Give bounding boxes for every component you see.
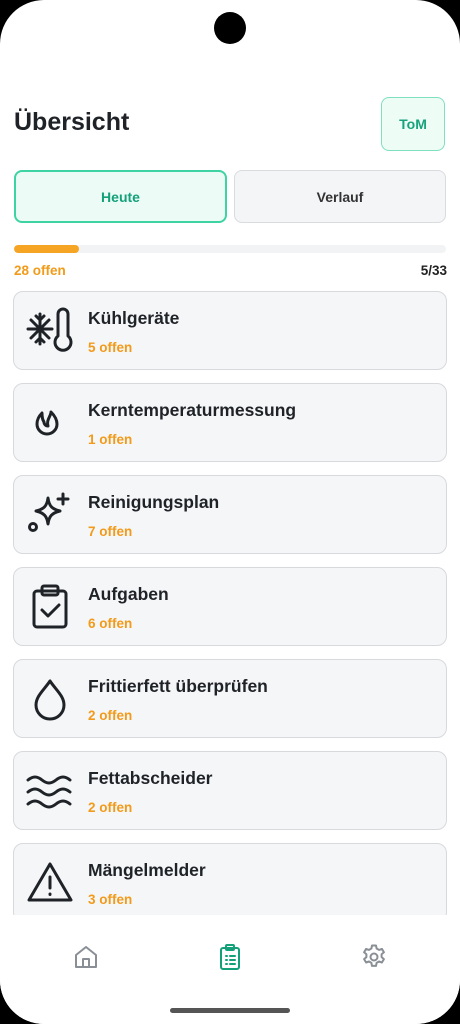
category-list[interactable]: Kühlgeräte 5 offen Kerntemperaturmessung… — [0, 291, 460, 915]
waves-icon — [25, 766, 75, 816]
alert-triangle-icon — [25, 858, 75, 908]
bottom-navigation — [0, 915, 460, 1024]
category-open-count: 5 offen — [88, 340, 133, 355]
home-icon — [75, 946, 97, 968]
clipboard-check-icon — [25, 582, 75, 632]
completed-ratio: 5/33 — [420, 263, 447, 278]
category-card-aufgaben[interactable]: Aufgaben 6 offen — [13, 567, 447, 646]
category-open-count: 7 offen — [88, 524, 133, 539]
nav-settings-button[interactable] — [354, 937, 394, 977]
category-card-reinigungsplan[interactable]: Reinigungsplan 7 offen — [13, 475, 447, 554]
tab-history-label: Verlauf — [316, 188, 364, 205]
tab-today-label: Heute — [101, 188, 140, 205]
category-open-count: 1 offen — [88, 432, 133, 447]
open-count: 28 offen — [14, 263, 66, 278]
nav-tasks-button[interactable] — [210, 937, 250, 977]
category-card-fettabscheider[interactable]: Fettabscheider 2 offen — [13, 751, 447, 830]
clipboard-list-icon — [220, 944, 240, 970]
settings-gear-icon — [363, 944, 385, 967]
user-initials: ToM — [399, 116, 427, 132]
category-card-maengelmelder[interactable]: Mängelmelder 3 offen — [13, 843, 447, 915]
tab-history[interactable]: Verlauf — [234, 170, 446, 223]
progress-bar-fill — [14, 245, 79, 253]
category-name: Aufgaben — [88, 584, 169, 604]
category-name: Mängelmelder — [88, 860, 206, 880]
category-card-kuehlgeraete[interactable]: Kühlgeräte 5 offen — [13, 291, 447, 370]
category-name: Kerntemperaturmessung — [88, 400, 297, 420]
category-open-count: 2 offen — [88, 708, 133, 723]
category-card-kerntemperaturmessung[interactable]: Kerntemperaturmessung 1 offen — [13, 383, 447, 462]
droplet-icon — [25, 674, 75, 724]
page-title: Übersicht — [14, 108, 130, 136]
category-card-frittierfett[interactable]: Frittierfett überprüfen 2 offen — [13, 659, 447, 738]
category-name: Frittierfett überprüfen — [88, 676, 268, 696]
phone-screen: Übersicht ToM Heute Verlauf 28 offen 5/3… — [0, 0, 460, 1024]
category-name: Fettabscheider — [88, 768, 213, 788]
category-open-count: 3 offen — [88, 892, 133, 907]
thermometer-snowflake-icon — [25, 306, 75, 356]
home-indicator[interactable] — [170, 1008, 290, 1013]
category-open-count: 2 offen — [88, 800, 133, 815]
category-open-count: 6 offen — [88, 616, 133, 631]
sparkles-icon — [25, 490, 75, 540]
category-name: Kühlgeräte — [88, 308, 180, 328]
flame-icon — [25, 398, 75, 448]
nav-home-button[interactable] — [66, 937, 106, 977]
category-name: Reinigungsplan — [88, 492, 220, 512]
tab-today[interactable]: Heute — [14, 170, 227, 223]
user-avatar-button[interactable]: ToM — [381, 97, 445, 151]
progress-bar — [14, 245, 446, 253]
front-camera — [214, 12, 246, 44]
